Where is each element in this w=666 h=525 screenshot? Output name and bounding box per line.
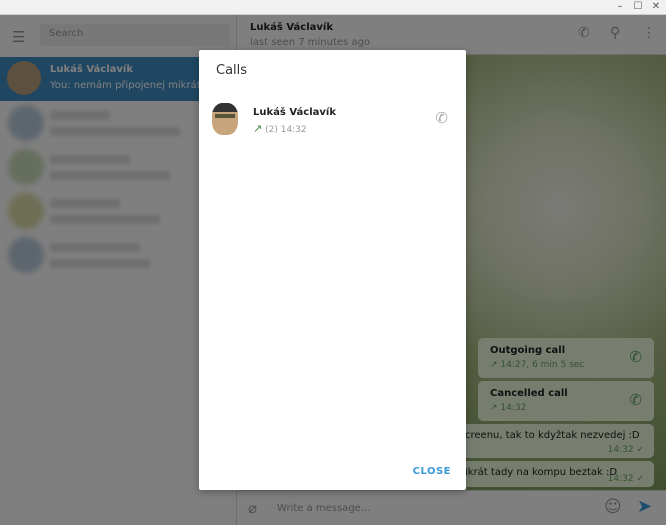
calls-dialog: Calls Lukáš Václavík ↗ (2) 14:32 ✆ CLOSE	[199, 50, 466, 490]
title-bar: – ☐ ✕	[0, 0, 666, 15]
call-contact-name: Lukáš Václavík	[253, 107, 336, 118]
close-window-button[interactable]: ✕	[648, 1, 664, 12]
minimize-button[interactable]: –	[612, 1, 628, 12]
close-button[interactable]: CLOSE	[413, 466, 451, 477]
phone-icon[interactable]: ✆	[435, 109, 448, 127]
maximize-button[interactable]: ☐	[630, 1, 646, 12]
dialog-title: Calls	[216, 63, 248, 78]
call-meta: ↗ (2) 14:32	[253, 122, 307, 135]
call-list-item[interactable]: Lukáš Václavík ↗ (2) 14:32 ✆	[199, 98, 466, 140]
outgoing-arrow-icon: ↗	[253, 122, 263, 135]
avatar	[212, 103, 238, 135]
